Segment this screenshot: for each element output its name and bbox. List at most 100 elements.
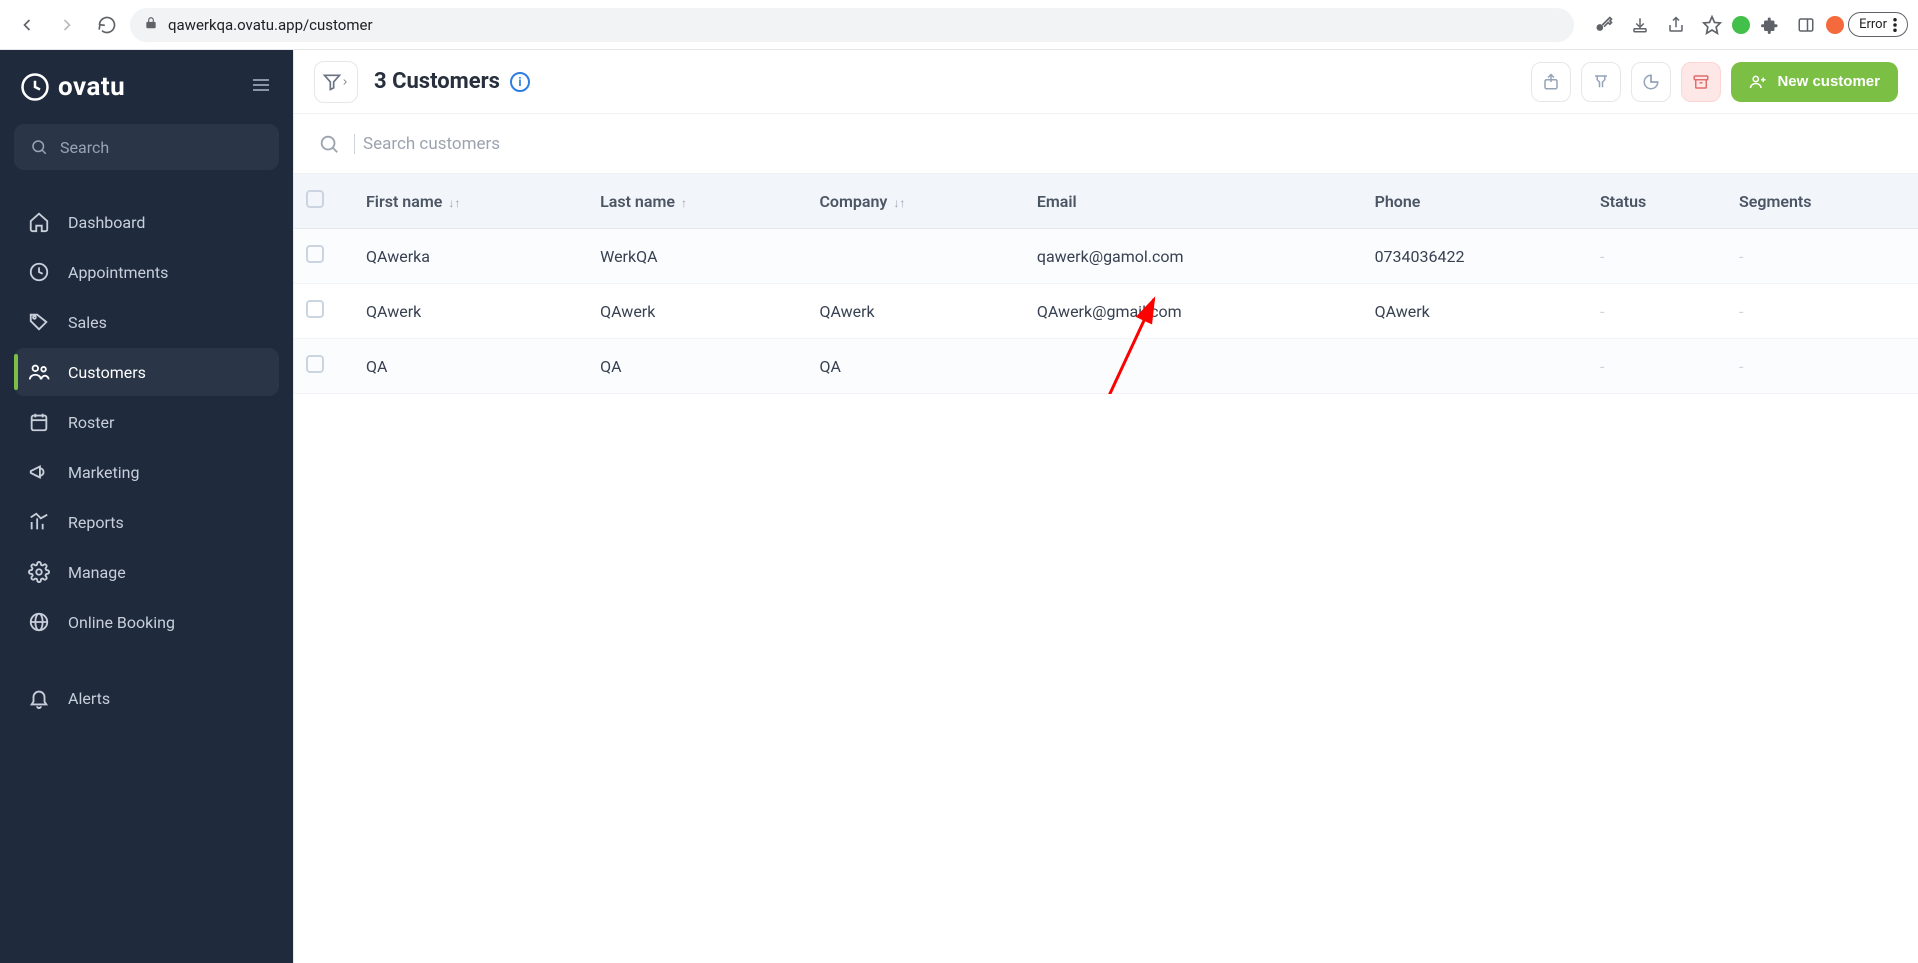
- bell-icon: [28, 687, 50, 709]
- users-icon: [28, 361, 50, 383]
- browser-forward-button[interactable]: [50, 8, 84, 42]
- archive-button[interactable]: [1681, 62, 1721, 102]
- customers-table-wrap: First name↓↑ Last name↑ Company↓↑ Email …: [294, 174, 1918, 394]
- sidebar-item-label: Reports: [68, 513, 124, 532]
- col-last-name[interactable]: Last name↑: [588, 174, 807, 229]
- megaphone-icon: [28, 461, 50, 483]
- filter-button[interactable]: [314, 61, 358, 103]
- customer-search-placeholder: Search customers: [354, 134, 500, 154]
- chevron-right-icon: [340, 77, 350, 87]
- filter-icon: [322, 72, 342, 92]
- sort-icon: ↓↑: [893, 196, 905, 210]
- sidebar-item-sales[interactable]: Sales: [14, 298, 279, 346]
- panel-icon[interactable]: [1790, 8, 1822, 42]
- browser-error-pill[interactable]: Error: [1848, 12, 1908, 37]
- share-icon[interactable]: [1660, 8, 1692, 42]
- col-email[interactable]: Email: [1025, 174, 1363, 229]
- browser-error-label: Error: [1859, 17, 1887, 32]
- col-segments[interactable]: Segments: [1727, 174, 1918, 229]
- main-content: 3 Customers i New custome: [293, 50, 1918, 963]
- funnel-split-icon: [1592, 73, 1610, 91]
- col-phone[interactable]: Phone: [1363, 174, 1588, 229]
- sidebar-item-label: Manage: [68, 563, 126, 582]
- kebab-icon: [1893, 18, 1897, 32]
- col-company[interactable]: Company↓↑: [807, 174, 1024, 229]
- chart-button[interactable]: [1631, 62, 1671, 102]
- select-all-checkbox[interactable]: [306, 190, 324, 208]
- sidebar-item-online-booking[interactable]: Online Booking: [14, 598, 279, 646]
- segment-button[interactable]: [1581, 62, 1621, 102]
- sidebar-item-label: Appointments: [68, 263, 168, 282]
- user-plus-icon: [1749, 73, 1767, 91]
- sidebar-item-manage[interactable]: Manage: [14, 548, 279, 596]
- sort-icon: ↓↑: [448, 196, 460, 210]
- sidebar-item-label: Roster: [68, 413, 114, 432]
- row-checkbox[interactable]: [306, 300, 324, 318]
- export-button[interactable]: [1531, 62, 1571, 102]
- piechart-icon: [1642, 73, 1660, 91]
- page-title: 3 Customers i: [374, 69, 530, 94]
- table-row[interactable]: QA QA QA - -: [294, 339, 1918, 394]
- gear-icon: [28, 561, 50, 583]
- sidebar-item-label: Online Booking: [68, 613, 175, 632]
- star-icon[interactable]: [1696, 8, 1728, 42]
- topbar-actions: New customer: [1531, 62, 1898, 102]
- col-first-name[interactable]: First name↓↑: [354, 174, 588, 229]
- sort-asc-icon: ↑: [681, 196, 687, 210]
- sidebar-toggle[interactable]: [249, 73, 273, 101]
- sidebar: ovatu Search Dashboard Appointments Sale…: [0, 50, 293, 963]
- sidebar-item-reports[interactable]: Reports: [14, 498, 279, 546]
- search-icon: [318, 133, 340, 155]
- export-icon: [1542, 73, 1560, 91]
- browser-reload-button[interactable]: [90, 8, 124, 42]
- row-checkbox[interactable]: [306, 355, 324, 373]
- browser-url-bar[interactable]: qawerkqa.ovatu.app/customer: [130, 8, 1574, 42]
- sidebar-search[interactable]: Search: [14, 124, 279, 170]
- sidebar-item-label: Customers: [68, 363, 146, 382]
- sidebar-item-marketing[interactable]: Marketing: [14, 448, 279, 496]
- customers-table: First name↓↑ Last name↑ Company↓↑ Email …: [294, 174, 1918, 394]
- topbar: 3 Customers i New custome: [294, 50, 1918, 114]
- table-row[interactable]: QAwerka WerkQA qawerk@gamol.com 07340364…: [294, 229, 1918, 284]
- calendar-icon: [28, 411, 50, 433]
- row-checkbox[interactable]: [306, 245, 324, 263]
- chart-icon: [28, 511, 50, 533]
- sidebar-item-label: Alerts: [68, 689, 110, 708]
- col-status[interactable]: Status: [1588, 174, 1727, 229]
- new-customer-label: New customer: [1777, 73, 1880, 90]
- sidebar-item-appointments[interactable]: Appointments: [14, 248, 279, 296]
- browser-toolbar: qawerkqa.ovatu.app/customer Error: [0, 0, 1918, 50]
- app-shell: ovatu Search Dashboard Appointments Sale…: [0, 50, 1918, 963]
- archive-icon: [1692, 73, 1710, 91]
- tag-icon: [28, 311, 50, 333]
- sidebar-item-label: Sales: [68, 313, 107, 332]
- clock-icon: [28, 261, 50, 283]
- sidebar-item-alerts[interactable]: Alerts: [14, 674, 279, 722]
- browser-right-controls: Error: [1588, 8, 1908, 42]
- home-icon: [28, 211, 50, 233]
- sidebar-item-label: Marketing: [68, 463, 139, 482]
- search-icon: [30, 138, 48, 156]
- table-row[interactable]: QAwerk QAwerk QAwerk QAwerk@gmail.com QA…: [294, 284, 1918, 339]
- browser-url-text: qawerkqa.ovatu.app/customer: [168, 16, 373, 34]
- sidebar-item-customers[interactable]: Customers: [14, 348, 279, 396]
- brand-logo[interactable]: ovatu: [20, 72, 125, 102]
- browser-back-button[interactable]: [10, 8, 44, 42]
- sidebar-item-dashboard[interactable]: Dashboard: [14, 198, 279, 246]
- sidebar-item-roster[interactable]: Roster: [14, 398, 279, 446]
- sidebar-search-placeholder: Search: [60, 138, 109, 157]
- extensions-icon[interactable]: [1754, 8, 1786, 42]
- info-icon[interactable]: i: [510, 72, 530, 92]
- lock-icon: [144, 16, 158, 34]
- extension-orange-icon[interactable]: [1826, 16, 1844, 34]
- new-customer-button[interactable]: New customer: [1731, 62, 1898, 102]
- extension-green-icon[interactable]: [1732, 16, 1750, 34]
- sidebar-nav: Dashboard Appointments Sales Customers R…: [14, 198, 279, 722]
- download-icon[interactable]: [1624, 8, 1656, 42]
- brand-name: ovatu: [58, 72, 125, 102]
- key-icon[interactable]: [1588, 8, 1620, 42]
- globe-icon: [28, 611, 50, 633]
- clock-logo-icon: [20, 72, 50, 102]
- sidebar-item-label: Dashboard: [68, 213, 145, 232]
- customer-search[interactable]: Search customers: [294, 114, 1918, 174]
